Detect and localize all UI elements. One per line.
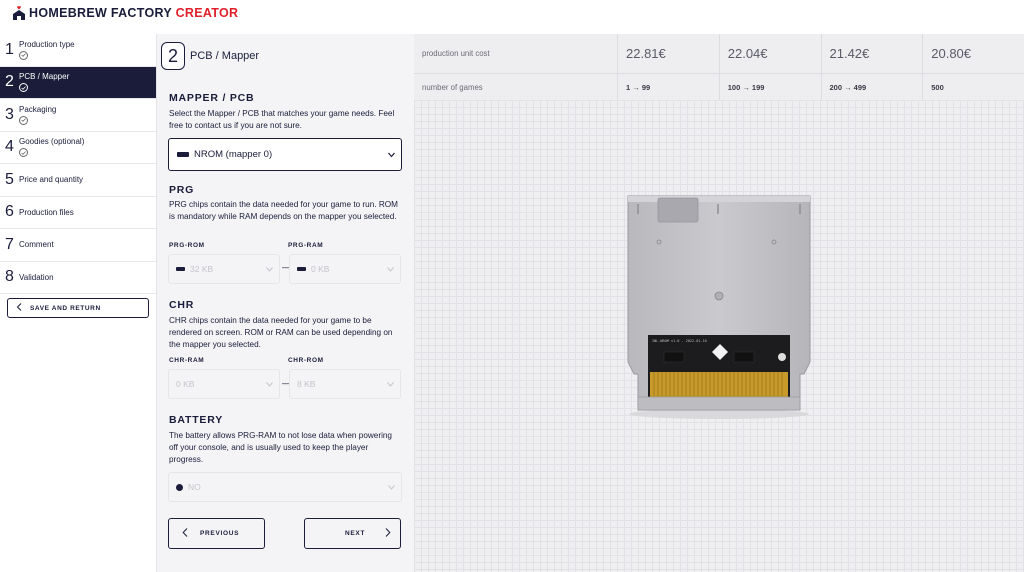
chevron-right-icon — [385, 528, 391, 539]
chevron-down-icon — [387, 379, 394, 389]
battery-icon — [176, 483, 183, 491]
chip-icon — [297, 267, 306, 271]
cartridge-preview: INL-NROM v1.0 - 2022-01-10 — [414, 100, 1024, 572]
step-label: Comment — [19, 240, 54, 250]
range-cell: 200 → 499 — [820, 74, 923, 100]
mapper-title: MAPPER / PCB — [169, 92, 255, 104]
step-title: PCB / Mapper — [190, 50, 260, 62]
cost-cell: 20.80€ — [922, 34, 1024, 73]
step-number: 1 — [5, 40, 14, 58]
checkmark-icon — [19, 83, 28, 93]
app-logo[interactable]: HOMEBREW FACTORY CREATOR — [12, 6, 238, 20]
step-number: 8 — [5, 268, 14, 286]
chevron-down-icon — [387, 264, 394, 274]
mapper-select-value: NROM (mapper 0) — [194, 149, 273, 160]
chevron-down-icon — [388, 482, 395, 492]
chr-ram-label: CHR-RAM — [169, 357, 205, 364]
save-and-return-button[interactable]: SAVE AND RETURN — [7, 298, 149, 318]
mapper-select[interactable]: NROM (mapper 0) — [168, 138, 402, 171]
range-cell: 100 → 199 — [718, 74, 821, 100]
step-number: 4 — [5, 138, 14, 156]
chr-ram-value: 0 KB — [176, 379, 195, 389]
battery-select[interactable]: NO — [168, 472, 402, 502]
chr-description: CHR chips contain the data needed for yo… — [169, 316, 393, 350]
steps-sidebar: 1 Production type 2 PCB / Mapper 3 Packaging 4… — [0, 34, 157, 572]
chip-icon — [176, 267, 185, 271]
logo-accent-text: CREATOR — [175, 6, 239, 20]
prg-rom-value: 32 KB — [190, 264, 214, 274]
prg-title: PRG — [169, 184, 195, 196]
step-header: 2 PCB / Mapper — [161, 42, 259, 70]
step-label: Production files — [19, 207, 74, 217]
previous-label: PREVIOUS — [200, 530, 240, 537]
prg-ram-label: PRG-RAM — [288, 242, 324, 249]
step-number: 3 — [5, 105, 14, 123]
prg-ram-value: 0 KB — [311, 264, 330, 274]
step-label: PCB / Mapper — [19, 72, 70, 82]
cartridge-image: INL-NROM v1.0 - 2022-01-10 — [627, 195, 811, 419]
cost-row: production unit cost 22.81€ 22.04€ 21.42… — [414, 34, 1024, 74]
games-row: number of games 1 → 99 100 → 199 200 → 4… — [414, 74, 1024, 100]
checkmark-icon — [19, 148, 28, 158]
house-heart-icon — [12, 6, 26, 20]
step-item[interactable]: 7 Comment — [0, 229, 156, 262]
prg-rom-select[interactable]: 32 KB — [168, 254, 280, 284]
price-table: production unit cost 22.81€ 22.04€ 21.42… — [414, 34, 1024, 100]
prg-ram-select[interactable]: 0 KB — [289, 254, 401, 284]
chr-rom-value: 8 KB — [297, 379, 316, 389]
step-item[interactable]: 1 Production type — [0, 34, 156, 67]
cost-cell: 21.42€ — [820, 34, 923, 73]
next-label: NEXT — [345, 530, 366, 537]
step-label: Goodies (optional) — [19, 137, 85, 147]
range-cell: 500 — [922, 74, 1024, 100]
step-number: 6 — [5, 203, 14, 221]
chr-title: CHR — [169, 299, 195, 311]
step-item[interactable]: 5 Price and quantity — [0, 164, 156, 197]
previous-button[interactable]: PREVIOUS — [168, 518, 265, 549]
step-item[interactable]: 8 Validation — [0, 262, 156, 294]
chevron-left-icon — [16, 303, 22, 313]
logo-main-text: HOMEBREW FACTORY — [29, 6, 172, 20]
step-item[interactable]: 6 Production files — [0, 197, 156, 229]
step-item[interactable]: 4 Goodies (optional) — [0, 132, 156, 164]
step-label: Price and quantity — [19, 175, 84, 185]
mapper-description: Select the Mapper / PCB that matches you… — [169, 109, 395, 131]
next-button[interactable]: NEXT — [304, 518, 401, 549]
chevron-left-icon — [182, 528, 188, 539]
step-number: 5 — [5, 170, 14, 188]
prg-description: PRG chips contain the data needed for yo… — [169, 200, 398, 222]
checkmark-icon — [19, 50, 28, 60]
cartridge-icon — [177, 152, 189, 157]
form-panel: 2 PCB / Mapper MAPPER / PCB Select the M… — [157, 34, 414, 572]
cost-cell: 22.04€ — [718, 34, 821, 73]
battery-title: BATTERY — [169, 414, 224, 426]
prg-rom-label: PRG-ROM — [169, 242, 205, 249]
cost-cell: 22.81€ — [617, 34, 719, 73]
pcb-label: INL-NROM v1.0 - 2022-01-10 — [652, 339, 707, 343]
step-item[interactable]: 2 PCB / Mapper — [0, 66, 156, 99]
games-label: number of games — [422, 82, 483, 92]
chevron-down-icon — [388, 149, 395, 160]
step-number: 2 — [161, 42, 185, 70]
top-bar: HOMEBREW FACTORY CREATOR — [0, 0, 1024, 34]
step-label: Packaging — [19, 104, 57, 114]
step-label: Production type — [19, 39, 75, 49]
checkmark-icon — [19, 115, 28, 125]
chevron-down-icon — [266, 264, 273, 274]
step-number: 7 — [5, 235, 14, 253]
battery-description: The battery allows PRG-RAM to not lose d… — [169, 431, 392, 465]
save-and-return-label: SAVE AND RETURN — [30, 304, 101, 312]
chr-ram-select[interactable]: 0 KB — [168, 369, 280, 399]
chr-rom-select[interactable]: 8 KB — [289, 369, 401, 399]
battery-value: NO — [188, 482, 201, 492]
step-number: 2 — [5, 73, 14, 91]
range-cell: 1 → 99 — [617, 74, 719, 100]
step-label: Validation — [19, 272, 54, 282]
step-item[interactable]: 3 Packaging — [0, 99, 156, 132]
chevron-down-icon — [266, 379, 273, 389]
chr-rom-label: CHR-ROM — [288, 357, 324, 364]
cost-label: production unit cost — [422, 49, 490, 58]
